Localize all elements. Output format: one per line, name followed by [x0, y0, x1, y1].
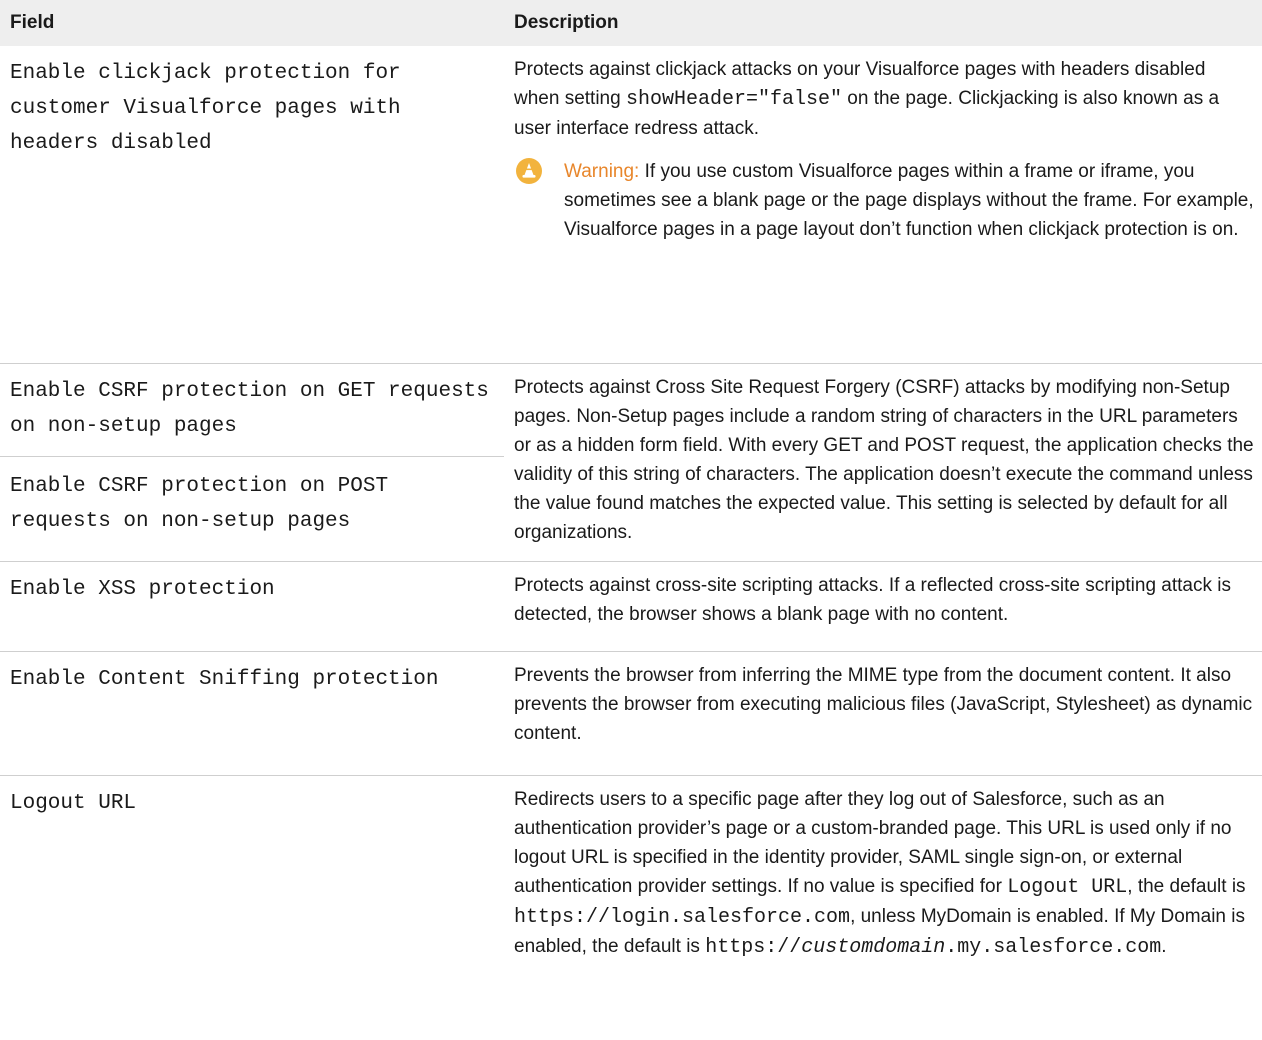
table-row: Enable CSRF protection on GET requests o… — [0, 363, 1262, 562]
description-cell: Prevents the browser from inferring the … — [504, 651, 1262, 776]
inline-code: https://login.salesforce.com — [514, 906, 851, 929]
field-cell: Enable clickjack protection for customer… — [0, 46, 504, 364]
inline-code-italic: customdomain — [801, 936, 946, 959]
description-xss: Protects against cross-site scripting at… — [514, 575, 1231, 625]
column-header-field: Field — [0, 0, 504, 46]
warning-callout: Warning: If you use custom Visualforce p… — [514, 157, 1254, 244]
field-description-table-page: Field Description Enable clickjack prote… — [0, 0, 1262, 1040]
description-csrf: Protects against Cross Site Request Forg… — [514, 377, 1254, 543]
column-header-description: Description — [504, 0, 1262, 46]
field-name-logout-url: Logout URL — [10, 792, 137, 815]
field-cell: Enable XSS protection — [0, 561, 504, 652]
field-name-content-sniffing: Enable Content Sniffing protection — [10, 668, 439, 691]
description-logout-url: Redirects users to a specific page after… — [514, 785, 1254, 962]
description-cell: Redirects users to a specific page after… — [504, 776, 1262, 977]
inline-code: .my.salesforce.com — [945, 936, 1162, 959]
field-name-csrf-get: Enable CSRF protection on GET requests o… — [10, 380, 502, 438]
table-header-row: Field Description — [0, 0, 1262, 46]
table-row: Logout URL Redirects users to a specific… — [0, 776, 1262, 977]
field-description-table: Field Description Enable clickjack prote… — [0, 0, 1262, 976]
field-name-xss: Enable XSS protection — [10, 578, 275, 601]
description-text: , the default is — [1127, 876, 1246, 897]
inline-code: https:// — [705, 936, 802, 959]
table-row: Enable XSS protection Protects against c… — [0, 561, 1262, 652]
description-text: . — [1161, 936, 1167, 957]
description-cell: Protects against clickjack attacks on yo… — [504, 46, 1262, 364]
inline-code: showHeader="false" — [625, 88, 843, 111]
warning-text: Warning: If you use custom Visualforce p… — [564, 157, 1254, 244]
warning-body: If you use custom Visualforce pages with… — [564, 161, 1254, 240]
description-content-sniffing: Prevents the browser from inferring the … — [514, 665, 1253, 744]
warning-label: Warning: — [564, 161, 640, 182]
table-row: Enable clickjack protection for customer… — [0, 46, 1262, 364]
table-row: Enable Content Sniffing protection Preve… — [0, 651, 1262, 776]
description-clickjack: Protects against clickjack attacks on yo… — [514, 55, 1254, 143]
description-cell: Protects against cross-site scripting at… — [504, 561, 1262, 652]
description-cell: Protects against Cross Site Request Forg… — [504, 363, 1262, 562]
inline-code: Logout URL — [1007, 876, 1128, 899]
field-name-clickjack: Enable clickjack protection for customer… — [10, 62, 414, 155]
field-name-csrf-post: Enable CSRF protection on POST requests … — [0, 456, 504, 551]
field-cell: Enable CSRF protection on GET requests o… — [0, 363, 504, 562]
field-cell: Logout URL — [0, 776, 504, 977]
warning-cone-icon — [516, 158, 542, 184]
field-cell: Enable Content Sniffing protection — [0, 651, 504, 776]
